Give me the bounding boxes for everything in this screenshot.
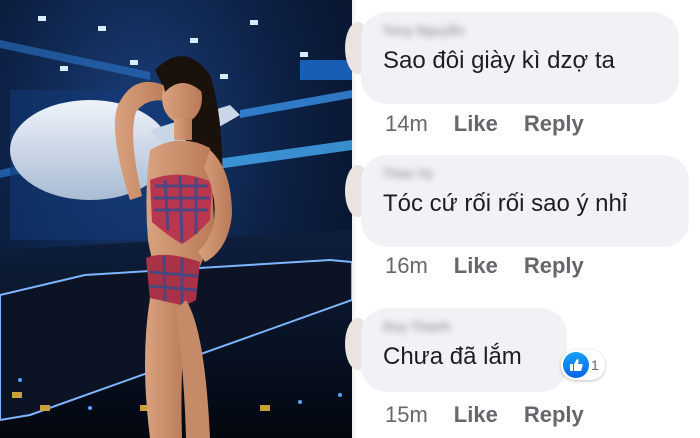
comment-text: Sao đôi giày kì dzợ ta — [383, 47, 615, 74]
comment-author[interactable]: Duy Thanh — [383, 318, 545, 336]
comment-timestamp[interactable]: 15m — [385, 402, 428, 428]
reply-button[interactable]: Reply — [524, 402, 584, 428]
like-button[interactable]: Like — [454, 253, 498, 279]
comment-text: Tóc cứ rối rối sao ý nhỉ — [383, 190, 628, 217]
comment-actions: 16m Like Reply — [385, 253, 584, 279]
stage-photo-illustration — [0, 16, 352, 438]
reply-button[interactable]: Reply — [524, 253, 584, 279]
comment-item: Tony Nguyễn Sao đôi giày kì dzợ ta — [345, 12, 679, 104]
comment-author[interactable]: Thảo Vy — [383, 165, 667, 183]
reply-button[interactable]: Reply — [524, 111, 584, 137]
comments-panel: Tony Nguyễn Sao đôi giày kì dzợ ta 14m L… — [345, 0, 700, 438]
comment-timestamp[interactable]: 14m — [385, 111, 428, 137]
like-button[interactable]: Like — [454, 402, 498, 428]
comment-bubble: Thảo Vy Tóc cứ rối rối sao ý nhỉ — [361, 155, 689, 247]
reaction-count: 1 — [591, 357, 599, 373]
like-button[interactable]: Like — [454, 111, 498, 137]
comment-bubble: Tony Nguyễn Sao đôi giày kì dzợ ta — [361, 12, 679, 104]
comment-actions: 15m Like Reply — [385, 402, 584, 428]
comment-actions: 14m Like Reply — [385, 111, 584, 137]
comment-timestamp[interactable]: 16m — [385, 253, 428, 279]
reaction-summary[interactable]: 1 — [561, 350, 605, 380]
comment-item: Thảo Vy Tóc cứ rối rối sao ý nhỉ — [345, 155, 689, 247]
comment-bubble: Duy Thanh Chưa đã lắm — [361, 308, 567, 392]
thumbs-up-icon — [563, 352, 589, 378]
comment-item: Duy Thanh Chưa đã lắm — [345, 308, 567, 392]
comment-author[interactable]: Tony Nguyễn — [383, 22, 657, 40]
comment-text: Chưa đã lắm — [383, 343, 522, 370]
stage-photo — [0, 0, 352, 438]
